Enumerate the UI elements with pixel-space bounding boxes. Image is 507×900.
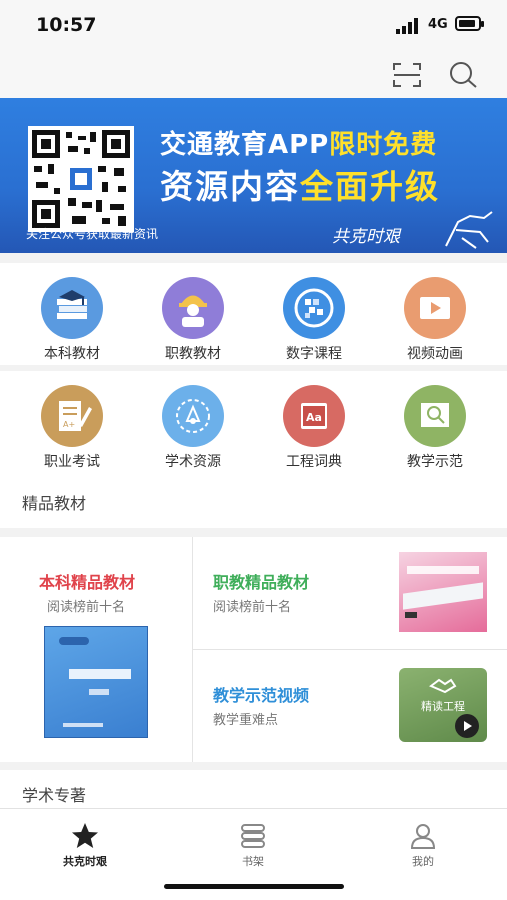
home-indicator xyxy=(164,884,344,889)
book-stack-icon xyxy=(57,290,87,319)
category-video-animation[interactable]: 视频动画 xyxy=(390,263,480,365)
category-label: 职业考试 xyxy=(44,454,100,470)
svg-text:A+: A+ xyxy=(63,420,75,429)
teaching-demo-icon xyxy=(421,403,449,427)
category-academic-resources[interactable]: 学术资源 xyxy=(148,371,238,473)
divider xyxy=(193,649,507,650)
tab-profile[interactable]: 我的 xyxy=(378,815,468,871)
section-monographs-header: 学术专著 xyxy=(0,770,507,810)
banner-headline-2: 资源内容全面升级 xyxy=(160,167,440,206)
section-featured-header: 精品教材 xyxy=(0,472,507,528)
status-time: 10:57 xyxy=(36,14,97,36)
category-row-1: 本科教材 职教教材 数字课程 视频动画 xyxy=(0,263,507,365)
tab-label: 共克时艰 xyxy=(63,855,107,868)
category-label: 数字课程 xyxy=(286,346,342,362)
tab-label: 我的 xyxy=(412,855,434,868)
user-icon xyxy=(410,824,436,849)
section-title: 精品教材 xyxy=(22,494,87,513)
category-engineering-dictionary[interactable]: Aa 工程词典 xyxy=(269,371,359,473)
academic-icon xyxy=(176,399,210,433)
featured-video-title: 教学示范视频 xyxy=(213,686,310,705)
svg-text:Aa: Aa xyxy=(306,411,322,424)
tab-home[interactable]: 共克时艰 xyxy=(40,815,130,871)
tab-bookshelf[interactable]: 书架 xyxy=(208,815,298,871)
category-label: 职教教材 xyxy=(165,346,221,362)
category-vocational-textbooks[interactable]: 职教教材 xyxy=(148,263,238,365)
banner-headline-1: 交通教育APP限时免费 xyxy=(160,130,438,160)
book-cover xyxy=(44,626,148,738)
category-label: 视频动画 xyxy=(407,346,463,362)
category-label: 本科教材 xyxy=(44,346,100,362)
featured-vocational-title: 职教精品教材 xyxy=(213,573,310,592)
section-title: 学术专著 xyxy=(22,786,87,805)
search-icon[interactable] xyxy=(448,60,478,90)
category-label: 教学示范 xyxy=(407,454,463,470)
engineer-icon xyxy=(179,295,207,327)
book-cover xyxy=(399,552,487,632)
status-bar: 10:57 4G xyxy=(0,0,507,52)
video-play-icon xyxy=(420,297,450,319)
handshake-icon xyxy=(429,678,457,694)
network-type: 4G xyxy=(428,17,448,32)
category-undergrad-textbooks[interactable]: 本科教材 xyxy=(27,263,117,365)
fist-emblem-icon xyxy=(445,211,493,249)
exam-icon: A+ xyxy=(59,401,92,431)
qr-code xyxy=(28,126,134,232)
category-digital-courses[interactable]: 数字课程 xyxy=(269,263,359,365)
dictionary-icon: Aa xyxy=(301,403,327,429)
category-teaching-demo[interactable]: 教学示范 xyxy=(390,371,480,473)
play-button-icon[interactable] xyxy=(455,714,479,738)
scan-icon[interactable] xyxy=(392,62,422,88)
top-bar xyxy=(0,52,507,98)
category-label: 学术资源 xyxy=(165,454,221,470)
category-label: 工程词典 xyxy=(286,454,342,470)
video-thumbnail: 精读工程 xyxy=(399,668,487,742)
featured-grid: 本科精品教材 阅读榜前十名 职教精品教材 阅读榜前十名 教学示范视频 教学重难点… xyxy=(0,537,507,762)
featured-vocational-subtitle: 阅读榜前十名 xyxy=(213,600,292,615)
category-vocational-exams[interactable]: A+ 职业考试 xyxy=(27,371,117,473)
battery-icon xyxy=(455,16,484,31)
digital-course-icon xyxy=(294,288,334,328)
featured-undergrad-title: 本科精品教材 xyxy=(39,573,136,592)
promo-banner[interactable]: 交通教育APP限时免费 资源内容全面升级 关注公众号获取最新资讯 共克时艰 xyxy=(0,98,507,253)
star-icon xyxy=(72,823,98,848)
featured-video-subtitle: 教学重难点 xyxy=(213,713,279,728)
banner-signature: 共克时艰 xyxy=(332,227,400,247)
bookshelf-icon xyxy=(241,824,265,848)
tab-label: 书架 xyxy=(242,855,264,868)
category-row-2: A+ 职业考试 学术资源 Aa 工程词典 教学示范 xyxy=(0,371,507,473)
featured-undergrad-subtitle: 阅读榜前十名 xyxy=(47,600,126,615)
signal-icon xyxy=(396,18,418,34)
video-thumb-label: 精读工程 xyxy=(421,700,465,713)
banner-qr-hint: 关注公众号获取最新资讯 xyxy=(26,227,159,241)
